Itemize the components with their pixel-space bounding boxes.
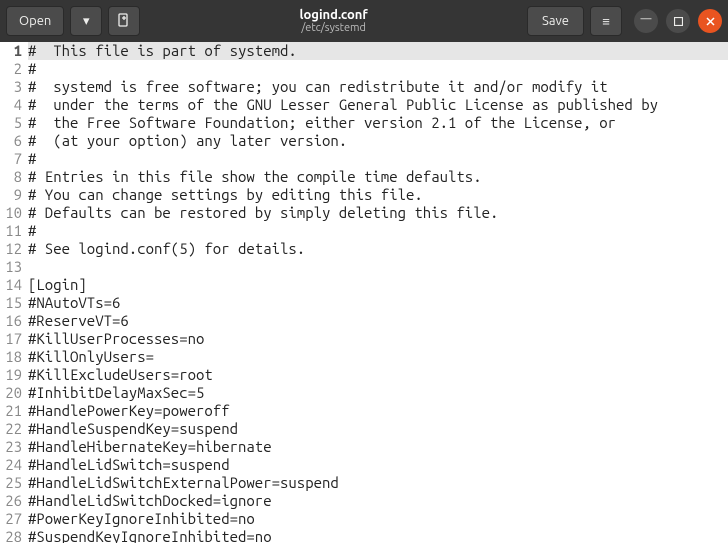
code-line[interactable]: #HandleLidSwitchExternalPower=suspend xyxy=(28,474,728,492)
maximize-button[interactable] xyxy=(666,9,690,33)
code-line[interactable]: # systemd is free software; you can redi… xyxy=(28,78,728,96)
line-number: 16 xyxy=(0,312,22,330)
line-number: 7 xyxy=(0,150,22,168)
line-number: 25 xyxy=(0,474,22,492)
code-line[interactable]: #NAutoVTs=6 xyxy=(28,294,728,312)
code-line[interactable]: # This file is part of systemd. xyxy=(28,42,728,60)
minimize-icon: — xyxy=(641,13,652,25)
code-line[interactable]: #HandleLidSwitchDocked=ignore xyxy=(28,492,728,510)
code-line[interactable]: #ReserveVT=6 xyxy=(28,312,728,330)
code-line[interactable]: #HandlePowerKey=poweroff xyxy=(28,402,728,420)
line-number: 18 xyxy=(0,348,22,366)
new-tab-button[interactable] xyxy=(108,6,140,36)
code-line[interactable]: # xyxy=(28,150,728,168)
line-number: 26 xyxy=(0,492,22,510)
line-number: 24 xyxy=(0,456,22,474)
code-line[interactable]: #HandleLidSwitch=suspend xyxy=(28,456,728,474)
line-number: 6 xyxy=(0,132,22,150)
code-line[interactable]: # You can change settings by editing thi… xyxy=(28,186,728,204)
line-number: 11 xyxy=(0,222,22,240)
code-line[interactable]: # Defaults can be restored by simply del… xyxy=(28,204,728,222)
line-number: 14 xyxy=(0,276,22,294)
line-number: 21 xyxy=(0,402,22,420)
code-line[interactable]: #PowerKeyIgnoreInhibited=no xyxy=(28,510,728,528)
new-document-icon xyxy=(117,13,131,30)
line-number: 3 xyxy=(0,78,22,96)
save-button-label: Save xyxy=(542,14,569,28)
line-number-gutter: 1234567891011121314151617181920212223242… xyxy=(0,42,26,543)
window-controls: — xyxy=(634,9,722,33)
line-number: 28 xyxy=(0,528,22,543)
line-number: 10 xyxy=(0,204,22,222)
save-button[interactable]: Save xyxy=(527,6,584,36)
maximize-icon xyxy=(674,12,683,30)
open-button-label: Open xyxy=(19,14,51,28)
code-line[interactable]: #HandleSuspendKey=suspend xyxy=(28,420,728,438)
text-content[interactable]: # This file is part of systemd.## system… xyxy=(26,42,728,543)
line-number: 20 xyxy=(0,384,22,402)
title-area: logind.conf /etc/systemd xyxy=(146,8,521,34)
line-number: 23 xyxy=(0,438,22,456)
document-path: /etc/systemd xyxy=(146,22,521,34)
line-number: 27 xyxy=(0,510,22,528)
code-line[interactable]: # (at your option) any later version. xyxy=(28,132,728,150)
code-line[interactable]: #HandleHibernateKey=hibernate xyxy=(28,438,728,456)
code-line[interactable]: # xyxy=(28,60,728,78)
line-number: 12 xyxy=(0,240,22,258)
close-button[interactable] xyxy=(698,9,722,33)
line-number: 9 xyxy=(0,186,22,204)
code-line[interactable]: #KillExcludeUsers=root xyxy=(28,366,728,384)
open-recent-button[interactable]: ▾ xyxy=(70,6,102,36)
line-number: 15 xyxy=(0,294,22,312)
line-number: 8 xyxy=(0,168,22,186)
code-line[interactable]: #KillUserProcesses=no xyxy=(28,330,728,348)
code-line[interactable]: #InhibitDelayMaxSec=5 xyxy=(28,384,728,402)
line-number: 17 xyxy=(0,330,22,348)
code-line[interactable]: # See logind.conf(5) for details. xyxy=(28,240,728,258)
line-number: 1 xyxy=(0,42,22,60)
code-line[interactable] xyxy=(28,258,728,276)
open-button[interactable]: Open xyxy=(6,6,64,36)
code-line[interactable]: # xyxy=(28,222,728,240)
document-title: logind.conf xyxy=(146,8,521,22)
hamburger-icon: ≡ xyxy=(602,14,610,29)
line-number: 2 xyxy=(0,60,22,78)
editor-area[interactable]: 1234567891011121314151617181920212223242… xyxy=(0,42,728,543)
code-line[interactable]: # the Free Software Foundation; either v… xyxy=(28,114,728,132)
code-line[interactable]: # Entries in this file show the compile … xyxy=(28,168,728,186)
menu-button[interactable]: ≡ xyxy=(590,6,622,36)
minimize-button[interactable]: — xyxy=(634,9,658,33)
close-icon xyxy=(706,12,715,30)
code-line[interactable]: [Login] xyxy=(28,276,728,294)
code-line[interactable]: #KillOnlyUsers= xyxy=(28,348,728,366)
code-line[interactable]: # under the terms of the GNU Lesser Gene… xyxy=(28,96,728,114)
code-line[interactable]: #SuspendKeyIgnoreInhibited=no xyxy=(28,528,728,543)
line-number: 13 xyxy=(0,258,22,276)
line-number: 22 xyxy=(0,420,22,438)
line-number: 19 xyxy=(0,366,22,384)
line-number: 5 xyxy=(0,114,22,132)
chevron-down-icon: ▾ xyxy=(83,14,90,29)
titlebar: Open ▾ logind.conf /etc/systemd Save ≡ — xyxy=(0,0,728,42)
line-number: 4 xyxy=(0,96,22,114)
